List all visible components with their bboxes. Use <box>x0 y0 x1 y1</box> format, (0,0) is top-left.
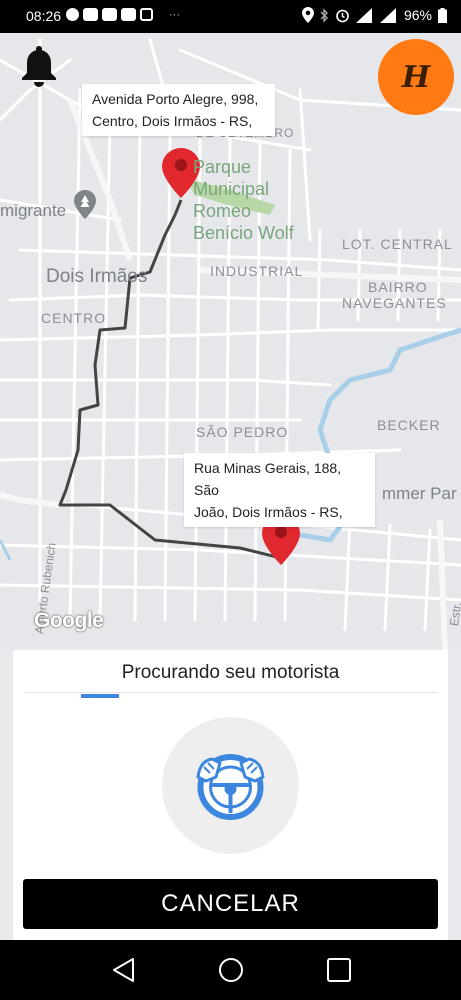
map-label-sao-pedro: SÃO PEDRO <box>196 424 289 440</box>
signal-icon <box>379 7 396 23</box>
destination-address-line: João, Dois Irmãos - RS, <box>194 504 343 520</box>
map-label-navegantes: NAVEGANTES <box>342 295 447 311</box>
system-navigation-bar <box>0 940 461 1000</box>
notification-icons: ··· <box>66 8 180 21</box>
youtube-icon <box>102 8 117 21</box>
steering-wheel-container <box>162 717 299 854</box>
sheet-title: Procurando seu motorista <box>121 662 340 683</box>
instagram-icon <box>140 8 153 21</box>
map-view[interactable]: Parque Municipal Romeo Benício Wolf Dois… <box>0 33 461 650</box>
location-icon <box>301 7 314 23</box>
map-label-park: Parque Municipal Romeo Benício Wolf <box>193 157 294 243</box>
map-label-city: Dois Irmãos <box>46 266 148 287</box>
telegram-icon <box>66 8 79 21</box>
cancel-button[interactable]: CANCELAR <box>23 879 438 929</box>
status-bar: 08:26 ··· 96% <box>0 0 461 33</box>
map-label-centro: CENTRO <box>41 310 107 326</box>
steering-wheel-icon <box>196 754 265 820</box>
map-label-bairro: BAIRRO <box>368 279 428 295</box>
status-time: 08:26 <box>26 8 62 24</box>
recents-icon[interactable] <box>323 954 355 986</box>
map-label-becker: BECKER <box>377 417 441 433</box>
map-label-imigrante: migrante <box>0 201 67 220</box>
search-progress-bar <box>81 694 119 698</box>
destination-address-callout: Rua Minas Gerais, 188, São João, Dois Ir… <box>184 453 375 527</box>
home-icon[interactable] <box>215 954 247 986</box>
searching-driver-sheet: Procurando seu motorista CANCELAR <box>13 650 448 940</box>
bluetooth-icon <box>320 7 328 23</box>
map-label-summer-park: mmer Par <box>382 484 457 503</box>
youtube-icon <box>83 8 98 21</box>
map-label-industrial: INDUSTRIAL <box>210 263 304 279</box>
system-icons: 96% <box>301 7 447 23</box>
origin-address-callout: Avenida Porto Alegre, 998, Centro, Dois … <box>82 84 275 136</box>
battery-percent: 96% <box>403 7 432 23</box>
origin-address-line: Centro, Dois Irmãos - RS, <box>92 113 253 129</box>
bell-icon[interactable] <box>20 44 58 88</box>
logo-letter: H <box>401 59 431 95</box>
back-icon[interactable] <box>108 954 140 986</box>
youtube-icon <box>121 8 136 21</box>
signal-icon <box>355 7 372 23</box>
divider <box>25 692 437 693</box>
battery-icon <box>438 7 447 23</box>
origin-address-line: Avenida Porto Alegre, 998, <box>92 91 259 107</box>
destination-address-line: Rua Minas Gerais, 188, São <box>194 460 342 498</box>
more-notifications-indicator: ··· <box>169 8 180 21</box>
app-logo[interactable]: H <box>378 39 454 115</box>
alarm-icon <box>336 9 349 22</box>
map-label-lot-central: LOT. CENTRAL <box>342 236 453 252</box>
google-attribution: Google <box>34 609 104 632</box>
